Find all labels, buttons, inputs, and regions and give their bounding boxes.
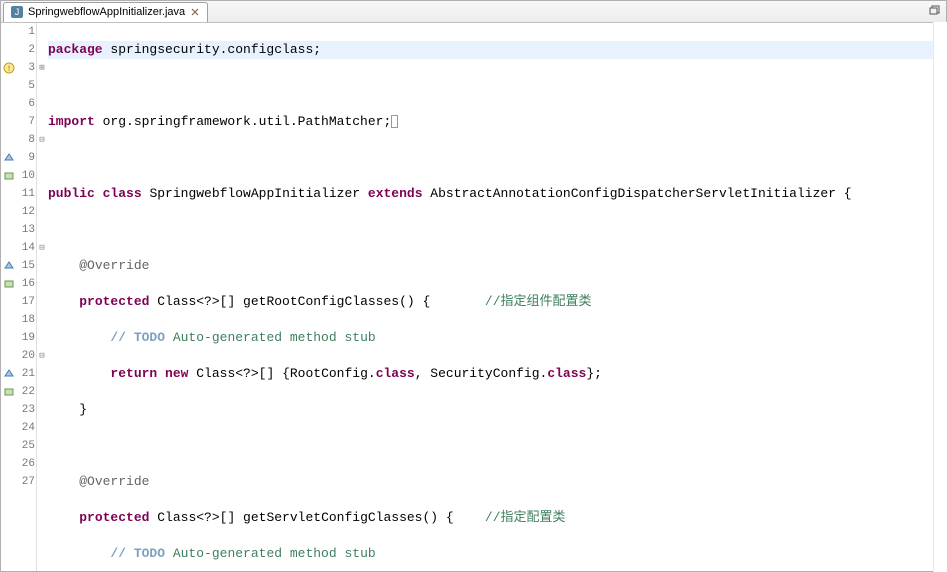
code-token: package — [48, 42, 103, 57]
line-number: 17 — [17, 293, 35, 311]
code-token: extends — [368, 186, 423, 201]
line-number: 22 — [17, 383, 35, 401]
restore-icon[interactable] — [926, 3, 942, 19]
line-number: 3 — [17, 59, 35, 77]
line-number: 5 — [17, 77, 35, 95]
line-number: 8 — [17, 131, 35, 149]
close-icon[interactable] — [189, 6, 201, 18]
line-number: 27 — [17, 473, 35, 491]
code-token: AbstractAnnotationConfigDispatcherServle… — [423, 186, 852, 201]
fold-minus-icon[interactable]: ⊟ — [37, 239, 47, 257]
code-token: }; — [586, 366, 602, 381]
toolbar-right — [926, 3, 942, 19]
code-token: Class<?>[] {RootConfig. — [188, 366, 375, 381]
java-file-icon: J — [10, 5, 24, 19]
line-number: 10 — [17, 167, 35, 185]
file-tab[interactable]: J SpringwebflowAppInitializer.java — [3, 2, 208, 22]
line-number: 14 — [17, 239, 35, 257]
line-number: 26 — [17, 455, 35, 473]
code-token: springsecurity.configclass; — [103, 42, 321, 57]
override-marker-icon[interactable] — [1, 149, 17, 167]
marker-column: ! — [1, 23, 17, 571]
folded-region-icon[interactable] — [391, 115, 398, 128]
code-token: protected — [79, 510, 149, 525]
line-number: 13 — [17, 221, 35, 239]
impl-marker-icon[interactable] — [1, 275, 17, 293]
fold-plus-icon[interactable]: ⊞ — [37, 59, 47, 77]
line-number: 20 — [17, 347, 35, 365]
code-token: @Override — [79, 474, 149, 489]
fold-minus-icon[interactable]: ⊟ — [37, 347, 47, 365]
tab-bar: J SpringwebflowAppInitializer.java — [1, 1, 946, 23]
line-number: 1 — [17, 23, 35, 41]
code-token: SpringwebflowAppInitializer — [142, 186, 368, 201]
code-token: protected — [79, 294, 149, 309]
code-token: org.springframework.util.PathMatcher; — [95, 114, 391, 129]
impl-marker-icon[interactable] — [1, 383, 17, 401]
line-number: 23 — [17, 401, 35, 419]
svg-text:J: J — [15, 7, 20, 17]
line-number: 18 — [17, 311, 35, 329]
line-number: 2 — [17, 41, 35, 59]
code-content[interactable]: package springsecurity.configclass; impo… — [47, 23, 946, 571]
override-marker-icon[interactable] — [1, 365, 17, 383]
line-number: 15 — [17, 257, 35, 275]
code-token: class — [547, 366, 586, 381]
warning-marker-icon[interactable]: ! — [1, 59, 17, 77]
line-number: 24 — [17, 419, 35, 437]
line-number: 11 — [17, 185, 35, 203]
gutter: ! — [1, 23, 37, 571]
line-number: 19 — [17, 329, 35, 347]
line-number: 9 — [17, 149, 35, 167]
override-marker-icon[interactable] — [1, 257, 17, 275]
svg-text:!: ! — [6, 65, 11, 74]
code-token: return — [110, 366, 157, 381]
line-number: 16 — [17, 275, 35, 293]
line-number: 7 — [17, 113, 35, 131]
line-number: 6 — [17, 95, 35, 113]
tab-filename: SpringwebflowAppInitializer.java — [28, 6, 185, 18]
line-number: 25 — [17, 437, 35, 455]
code-comment: //指定组件配置类 — [485, 294, 592, 309]
overview-ruler[interactable] — [933, 22, 947, 572]
code-token: Class<?>[] getRootConfigClasses() { — [149, 294, 484, 309]
fold-column: ⊞ ⊟ ⊟ ⊟ — [37, 23, 47, 571]
code-token: class — [103, 186, 142, 201]
code-token: public — [48, 186, 95, 201]
code-token: new — [165, 366, 188, 381]
line-number-column: 1235678910111213141516171819202122232425… — [17, 23, 36, 571]
line-number: 12 — [17, 203, 35, 221]
impl-marker-icon[interactable] — [1, 167, 17, 185]
fold-minus-icon[interactable]: ⊟ — [37, 131, 47, 149]
code-token: @Override — [79, 258, 149, 273]
code-token: , SecurityConfig. — [415, 366, 548, 381]
editor-container: J SpringwebflowAppInitializer.java ! — [0, 0, 947, 572]
code-token: import — [48, 114, 95, 129]
code-area[interactable]: ! — [1, 23, 946, 571]
line-number: 21 — [17, 365, 35, 383]
code-comment: //指定配置类 — [485, 510, 566, 525]
code-token: Class<?>[] getServletConfigClasses() { — [149, 510, 484, 525]
code-token: class — [376, 366, 415, 381]
code-token: } — [48, 401, 946, 419]
